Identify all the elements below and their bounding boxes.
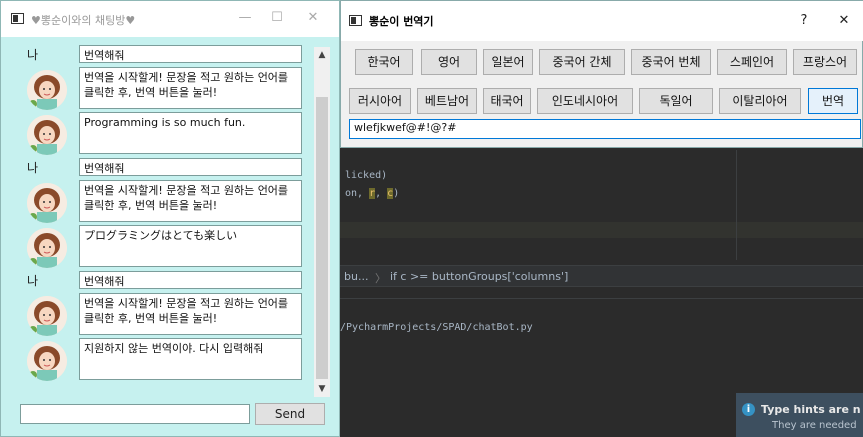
window-icon: [11, 13, 24, 24]
message-list[interactable]: 나 번역해줘 번역을 시작할게! 문장을 적고 원하는 언어를 클릭한 후, 번역 …: [9, 44, 314, 394]
translate-text-input[interactable]: wlefjkwef@#!@?#: [349, 119, 861, 139]
hint-subtitle: They are needed: [772, 420, 857, 431]
bot-message-row: Programming is so much fun.: [9, 112, 314, 156]
bot-avatar: [27, 296, 67, 336]
type-hints-notification[interactable]: i Type hints are n They are needed: [736, 393, 863, 437]
bot-message-text: 번역을 시작할게! 문장을 적고 원하는 언어를 클릭한 후, 번역 버튼을 눌…: [79, 293, 302, 335]
language-button[interactable]: 중국어 번체: [631, 49, 711, 75]
language-button[interactable]: 한국어: [355, 49, 413, 75]
chat-title: ♥뽕순이와의 채팅방♥: [31, 14, 136, 27]
language-button[interactable]: 프랑스어: [793, 49, 857, 75]
code-line: on, r, c): [345, 188, 400, 199]
language-button[interactable]: 베트남어: [417, 88, 477, 114]
my-message-text: 번역해줘: [79, 45, 302, 63]
sender-label: 나: [27, 48, 39, 62]
language-button[interactable]: 중국어 간체: [539, 49, 625, 75]
bot-message-row: 번역을 시작할게! 문장을 적고 원하는 언어를 클릭한 후, 번역 버튼을 눌…: [9, 293, 314, 337]
bot-avatar: [27, 341, 67, 381]
bot-message-row: 번역을 시작할게! 문장을 적고 원하는 언어를 클릭한 후, 번역 버튼을 눌…: [9, 180, 314, 224]
chat-input[interactable]: [20, 404, 250, 424]
bot-message-row: プログラミングはとても楽しい: [9, 225, 314, 269]
chat-scrollbar[interactable]: ▲ ▼: [314, 47, 330, 397]
translator-window: 뽕순이 번역기 ? ✕ 한국어 영어 일본어 중국어 간체 중국어 번체 스페인어 프랑스어…: [340, 0, 863, 148]
language-button[interactable]: 태국어: [483, 88, 531, 114]
current-line-highlight: [340, 222, 863, 238]
breadcrumb-separator: 〉: [375, 272, 386, 285]
close-button[interactable]: ✕: [833, 10, 855, 32]
language-button[interactable]: 일본어: [483, 49, 533, 75]
translate-button[interactable]: 번역: [808, 88, 858, 114]
scroll-down-icon[interactable]: ▼: [314, 381, 330, 397]
bot-avatar: [27, 228, 67, 268]
panel-divider: [340, 298, 863, 299]
bot-message-row: 번역을 시작할게! 문장을 적고 원하는 언어를 클릭한 후, 번역 버튼을 눌…: [9, 67, 314, 111]
sender-label: 나: [27, 161, 39, 175]
language-button[interactable]: 이탈리아어: [719, 88, 801, 114]
my-message-row: 나 번역해줘: [9, 270, 314, 292]
scroll-thumb[interactable]: [316, 97, 328, 379]
chat-window: ♥뽕순이와의 채팅방♥ — ☐ ✕ 나 번역해줘 번역을 시작할게! 문장을 적고 …: [0, 0, 340, 437]
bot-message-text: 번역을 시작할게! 문장을 적고 원하는 언어를 클릭한 후, 번역 버튼을 눌…: [79, 67, 302, 109]
my-message-row: 나 번역해줘: [9, 157, 314, 179]
sender-label: 나: [27, 274, 39, 288]
hint-title: Type hints are n: [761, 403, 861, 416]
my-message-text: 번역해줘: [79, 271, 302, 289]
maximize-button[interactable]: ☐: [263, 7, 291, 29]
breadcrumb: bu... 〉 if c >= buttonGroups['columns']: [340, 265, 863, 287]
info-icon: i: [742, 403, 755, 416]
bot-message-text: 번역을 시작할게! 문장을 적고 원하는 언어를 클릭한 후, 번역 버튼을 눌…: [79, 180, 302, 222]
language-button[interactable]: 인도네시아어: [537, 88, 633, 114]
bot-message-text: 지원하지 않는 번역이야. 다시 입력해줘: [79, 338, 302, 380]
bot-avatar: [27, 115, 67, 155]
breadcrumb-item[interactable]: if c >= buttonGroups['columns']: [390, 270, 568, 283]
close-button[interactable]: ✕: [299, 7, 327, 29]
right-margin-guide: [736, 150, 737, 260]
help-button[interactable]: ?: [793, 10, 815, 32]
translator-titlebar[interactable]: 뽕순이 번역기 ? ✕: [341, 1, 863, 41]
scroll-up-icon[interactable]: ▲: [314, 47, 330, 63]
translator-title: 뽕순이 번역기: [369, 15, 434, 28]
send-button[interactable]: Send: [255, 403, 325, 425]
bot-avatar: [27, 70, 67, 110]
breadcrumb-item[interactable]: bu...: [344, 270, 368, 283]
code-line: licked): [345, 170, 388, 181]
my-message-row: 나 번역해줘: [9, 44, 314, 66]
language-button[interactable]: 러시아어: [349, 88, 411, 114]
window-icon: [349, 15, 362, 26]
bot-message-text: Programming is so much fun.: [79, 112, 302, 154]
terminal-path: /PycharmProjects/SPAD/chatBot.py: [340, 322, 533, 333]
my-message-text: 번역해줘: [79, 158, 302, 176]
bot-avatar: [27, 183, 67, 223]
bot-message-text: プログラミングはとても楽しい: [79, 225, 302, 267]
chat-titlebar[interactable]: ♥뽕순이와의 채팅방♥ — ☐ ✕: [1, 1, 339, 37]
language-button[interactable]: 영어: [421, 49, 477, 75]
language-button[interactable]: 스페인어: [717, 49, 787, 75]
minimize-button[interactable]: —: [231, 7, 259, 29]
language-button[interactable]: 독일어: [639, 88, 713, 114]
bot-message-row: 지원하지 않는 번역이야. 다시 입력해줘: [9, 338, 314, 382]
